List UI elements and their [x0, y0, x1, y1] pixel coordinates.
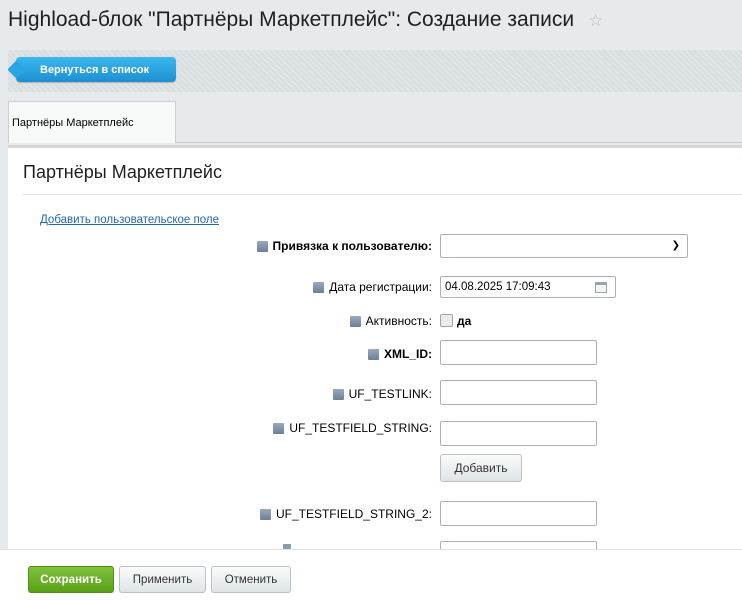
form-row-uf-testfield-string-2: UF_TESTFIELD_STRING_2:: [8, 501, 742, 527]
reg-date-label: Дата регистрации:: [313, 280, 432, 294]
save-button[interactable]: Сохранить: [28, 566, 114, 593]
help-icon[interactable]: [368, 348, 379, 360]
help-icon[interactable]: [349, 315, 361, 327]
form-row-reg-date: Дата регистрации: 04.08.2025 17:09:43: [8, 275, 742, 299]
help-icon[interactable]: [332, 388, 344, 400]
form-row-uf-testlink: UF_TESTLINK:: [8, 380, 742, 406]
reg-date-label-text: Дата регистрации:: [329, 280, 432, 294]
form-row-uf-testfield-string: UF_TESTFIELD_STRING:: [8, 420, 742, 446]
page-title-text: Highload-блок "Партнёры Маркетплейс": Со…: [8, 8, 575, 31]
help-icon[interactable]: [313, 281, 325, 293]
add-value-button[interactable]: Добавить: [440, 454, 522, 482]
back-to-list-button[interactable]: Вернуться в список: [16, 57, 176, 82]
panel-title: Партнёры Маркетплейс: [23, 162, 222, 182]
user-link-label: Привязка к пользователю:: [256, 239, 432, 253]
uf-testfield-string-2-label: UF_TESTFIELD_STRING_2:: [259, 507, 432, 521]
active-label: Активность:: [349, 314, 432, 328]
cancel-button[interactable]: Отменить: [211, 566, 291, 593]
user-link-select[interactable]: ❯: [440, 234, 688, 258]
help-icon[interactable]: [273, 422, 285, 434]
toolbar: Вернуться в список: [8, 50, 742, 92]
reg-date-value: 04.08.2025 17:09:43: [445, 281, 551, 293]
uf-testfield-string-2-input[interactable]: [440, 501, 597, 526]
xml-id-input[interactable]: [440, 340, 597, 365]
form-row-active: Активность: да: [8, 312, 742, 330]
form-row-user-link: Привязка к пользователю: ❯: [8, 233, 742, 259]
chevron-down-icon: ❯: [671, 240, 680, 251]
uf-testlink-label-text: UF_TESTLINK:: [348, 387, 432, 401]
reg-date-input[interactable]: 04.08.2025 17:09:43: [440, 276, 616, 298]
uf-testfield-string-label: UF_TESTFIELD_STRING:: [273, 421, 432, 435]
clipped-input: [440, 541, 597, 549]
page-title: Highload-блок "Партнёры Маркетплейс": Со…: [8, 8, 603, 32]
uf-testfield-string-2-label-text: UF_TESTFIELD_STRING_2:: [275, 507, 432, 521]
active-label-text: Активность:: [365, 314, 432, 328]
active-checkbox[interactable]: [440, 314, 453, 327]
add-custom-field-link[interactable]: Добавить пользовательское поле: [40, 214, 219, 226]
panel-divider: [22, 194, 742, 195]
calendar-icon[interactable]: [595, 282, 607, 293]
tabs-bar: Партнёры Маркетплейс: [8, 101, 742, 143]
xml-id-label: XML_ID:: [368, 347, 432, 361]
uf-testfield-string-label-text: UF_TESTFIELD_STRING:: [289, 421, 432, 435]
uf-testlink-input[interactable]: [440, 380, 597, 405]
form-panel: Партнёры Маркетплейс Добавить пользовате…: [8, 145, 742, 601]
tab-partners-marketplace[interactable]: Партнёры Маркетплейс: [8, 101, 176, 143]
form-footer: Сохранить Применить Отменить: [0, 549, 742, 601]
user-link-label-text: Привязка к пользователю:: [272, 239, 432, 253]
favorite-star-icon[interactable]: ☆: [588, 11, 603, 30]
form-row-xml-id: XML_ID:: [8, 340, 742, 366]
next-row-clipped: [0, 541, 742, 549]
uf-testfield-string-input[interactable]: [440, 421, 597, 446]
uf-testlink-label: UF_TESTLINK:: [332, 387, 432, 401]
help-icon[interactable]: [259, 508, 271, 520]
help-icon[interactable]: [256, 240, 268, 252]
apply-button[interactable]: Применить: [119, 566, 206, 593]
active-option-label[interactable]: да: [457, 314, 471, 328]
xml-id-label-text: XML_ID:: [384, 347, 432, 361]
